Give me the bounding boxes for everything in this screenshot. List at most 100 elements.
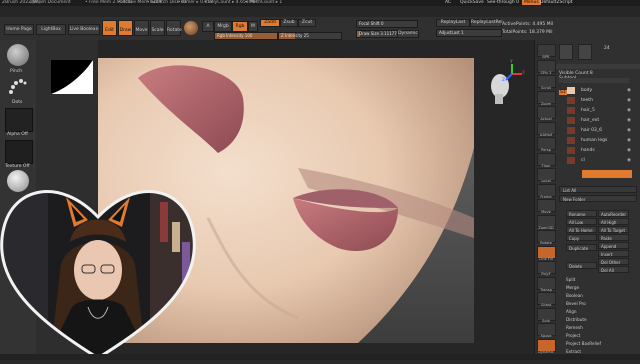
split-section[interactable]: Split xyxy=(566,277,575,282)
boolean-section[interactable]: Boolean xyxy=(566,293,583,298)
tool-thumbnail[interactable] xyxy=(559,44,573,60)
stroke-dots-icon[interactable] xyxy=(7,78,29,98)
visibility-eye-icon[interactable]: ◉ xyxy=(627,128,631,133)
see-through-slider[interactable]: See-through 0 xyxy=(487,0,519,5)
default-zscript-button[interactable]: DefaultZScript xyxy=(540,0,573,5)
draw-size-slider[interactable]: Draw Size 3.11177 xyxy=(356,30,398,38)
visibility-eye-icon[interactable]: ◉ xyxy=(627,148,631,153)
project-section[interactable]: Project xyxy=(566,333,580,338)
subtool-item[interactable]: body ◉ xyxy=(559,86,635,95)
subtool-label: hair 03_6 xyxy=(581,128,602,133)
subtool-item[interactable]: teeth ◉ xyxy=(559,96,635,105)
dynamic-button[interactable]: Dynamic xyxy=(397,30,419,38)
visibility-eye-icon[interactable]: ◉ xyxy=(627,158,631,163)
copy-button[interactable]: Copy xyxy=(566,234,597,241)
project-basrelief-section[interactable]: Project BasRelief xyxy=(566,341,601,346)
subtool-item[interactable]: hands ◉ xyxy=(559,146,635,155)
focal-shift-slider[interactable]: Focal Shift 0 xyxy=(356,20,418,28)
subtool-item[interactable]: cl ◉ xyxy=(559,156,635,165)
del-other-button[interactable]: Del Other xyxy=(598,258,629,265)
right-icon-strip: BPR SPix 3 Scroll Zoom Actual AAHalf Persp Floo… xyxy=(534,40,557,360)
webcam-heart-frame xyxy=(0,190,196,360)
rgb-button[interactable]: Rgb xyxy=(232,21,248,32)
all-high-button[interactable]: All High xyxy=(598,218,629,225)
navigation-gizmo[interactable]: X Y Z xyxy=(486,60,526,106)
view-button-label: SPix 3 xyxy=(540,70,552,75)
visibility-eye-icon[interactable]: ◉ xyxy=(627,138,631,143)
subtool-item[interactable]: hair 03_6 ◉ xyxy=(559,126,635,135)
distribute-section[interactable]: Distribute xyxy=(566,317,587,322)
remesh-section[interactable]: Remesh xyxy=(566,325,583,330)
material-swatch[interactable] xyxy=(184,21,198,35)
replay-last-button[interactable]: ReplayLast xyxy=(436,19,470,27)
move-button[interactable]: Move xyxy=(134,20,149,36)
duplicate-button[interactable]: Duplicate xyxy=(566,244,597,251)
live-boolean-button[interactable]: Live Boolean xyxy=(68,24,100,35)
replay-last-rel-button[interactable]: ReplayLastRel xyxy=(470,19,503,27)
adjust-last-slider[interactable]: AdjustLast 1 xyxy=(436,29,502,37)
texture-thumbnail[interactable] xyxy=(5,140,33,164)
view-button-label: Move xyxy=(541,210,551,214)
delete-button[interactable]: Delete xyxy=(566,262,597,269)
subtool-item[interactable]: hair_5 ◉ xyxy=(559,106,635,115)
merge-section[interactable]: Merge xyxy=(566,285,579,290)
zcut-button[interactable]: Zcut xyxy=(298,19,316,27)
document-title: ZBrush Document xyxy=(30,0,71,5)
zadd-button[interactable]: Zadd xyxy=(260,19,280,27)
view-button-label: BPR xyxy=(542,55,550,59)
subtool-item[interactable]: hair_ext ◉ xyxy=(559,116,635,125)
adjust-last-label: AdjustLast 1 xyxy=(439,30,464,35)
z-intensity-slider[interactable]: Z Intensity 25 xyxy=(278,32,342,40)
paste-button[interactable]: Paste xyxy=(598,234,629,241)
home-page-button[interactable]: Home Page xyxy=(4,24,34,35)
visibility-eye-icon[interactable]: ◉ xyxy=(627,98,631,103)
gizmo-x-label: X xyxy=(522,71,526,76)
subtool-scrollbar[interactable] xyxy=(582,170,632,178)
tool-thumbnail-2[interactable] xyxy=(578,44,592,60)
rgb-intensity-slider[interactable]: Rgb Intensity 100 xyxy=(214,32,278,40)
visibility-eye-icon[interactable]: ◉ xyxy=(627,88,631,93)
ac-button[interactable]: AC xyxy=(445,0,451,5)
all-to-target-button[interactable]: All To Target xyxy=(598,226,629,233)
draw-button[interactable]: Draw xyxy=(118,20,133,36)
all-to-home-button[interactable]: All To Home xyxy=(566,226,597,233)
visibility-eye-icon[interactable]: ◉ xyxy=(627,108,631,113)
insert-button[interactable]: Insert xyxy=(598,250,629,257)
all-low-button[interactable]: All Low xyxy=(566,218,597,225)
rotate-button[interactable]: Rotate xyxy=(166,20,182,36)
alpha-preview-shape xyxy=(51,60,93,94)
list-all-button[interactable]: List All xyxy=(559,186,637,193)
append-button[interactable]: Append xyxy=(598,242,629,249)
brush-thumbnail[interactable] xyxy=(7,44,29,66)
zsub-button[interactable]: Zsub xyxy=(280,19,298,27)
draw-size-label: Draw Size 3.11177 xyxy=(359,31,397,36)
new-folder-button[interactable]: New Folder xyxy=(559,195,637,202)
m-button[interactable]: M xyxy=(248,21,258,32)
gizmo-y-label: Y xyxy=(510,60,513,65)
texture-label: Texture Off xyxy=(5,164,30,169)
a-button[interactable]: A xyxy=(202,21,214,32)
subtool-header[interactable]: Subtool xyxy=(556,64,640,81)
view-button-label: Local xyxy=(541,179,551,183)
subtool-slot-row[interactable]: S1 xyxy=(559,78,629,95)
quicksave-button[interactable]: QuickSave xyxy=(460,0,484,5)
edit-button[interactable]: Edit xyxy=(102,20,117,36)
bevel-pro-section[interactable]: Bevel Pro xyxy=(566,301,586,306)
alpha-thumbnail[interactable] xyxy=(5,108,33,132)
rename-button[interactable]: Rename xyxy=(566,210,597,217)
subtool-label: teeth xyxy=(581,98,593,103)
visibility-eye-icon[interactable]: ◉ xyxy=(627,118,631,123)
mrgb-button[interactable]: Mrgb xyxy=(214,21,232,32)
active-points: ActivePoints: 4.495 Mil xyxy=(502,22,554,27)
lightbox-button[interactable]: LightBox xyxy=(36,24,66,35)
subtool-item[interactable]: human legs ◉ xyxy=(559,136,635,145)
view-button-label: AAHalf xyxy=(539,132,553,137)
del-all-button[interactable]: Del All xyxy=(598,266,629,273)
align-section[interactable]: Align xyxy=(566,309,577,314)
scale-button[interactable]: Scale xyxy=(150,20,165,36)
visible-count: Visible Count 8 xyxy=(559,71,593,76)
view-button-label: Transp xyxy=(540,287,552,292)
subtool-label: body xyxy=(581,88,593,93)
menus-button[interactable]: Menus xyxy=(522,0,541,5)
auto-reorder-button[interactable]: AutoReorder xyxy=(598,210,629,217)
